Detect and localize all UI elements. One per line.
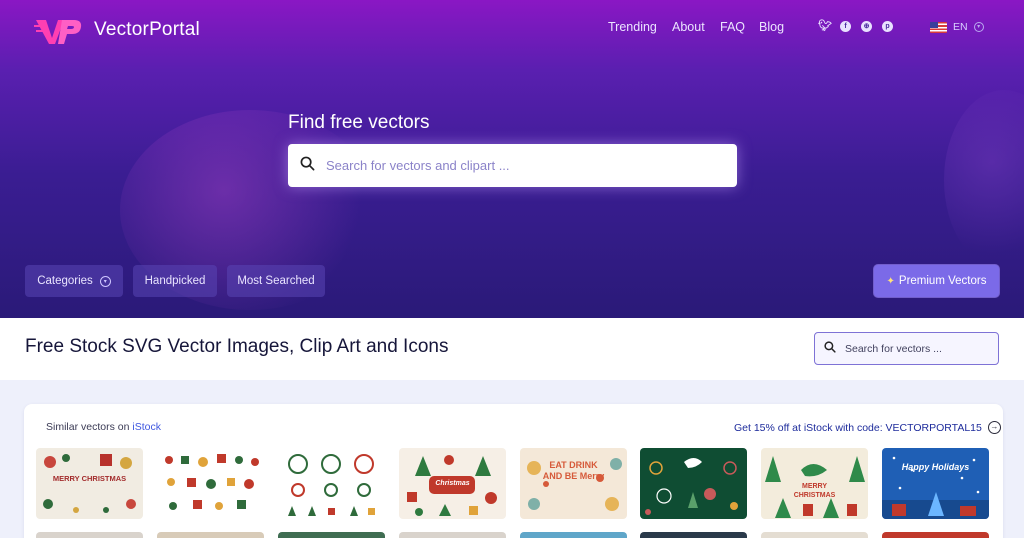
language-selector[interactable]: EN ▾: [930, 21, 984, 33]
thumbnail-text: Christmas: [435, 480, 470, 487]
thumbnail[interactable]: EAT DRINK AND BE Merry: [520, 448, 627, 519]
nav-about[interactable]: About: [672, 20, 705, 34]
dribbble-icon[interactable]: ⊕: [861, 21, 872, 32]
brand-logo[interactable]: VectorPortal: [34, 14, 200, 46]
similar-vectors-label: Similar vectors on iStock: [46, 421, 161, 433]
thumbnail[interactable]: [157, 532, 264, 538]
thumbnail-text: MERRY CHRISTMAS: [793, 483, 836, 499]
language-code: EN: [953, 21, 968, 33]
thumbnail-image: [278, 448, 385, 519]
thumbnail[interactable]: [761, 532, 868, 538]
pinterest-icon[interactable]: p: [882, 21, 893, 32]
thumbnail-image: [36, 448, 143, 519]
vp-logo-icon: [34, 20, 82, 44]
categories-button[interactable]: Categories ▾: [25, 265, 123, 297]
similar-prefix: Similar vectors on: [46, 421, 133, 433]
thumbnail-image: [640, 448, 747, 519]
us-flag-icon: [930, 21, 947, 33]
thumbnail[interactable]: [882, 532, 989, 538]
thumbnail-image: [157, 448, 264, 519]
promo-text: Get 15% off at iStock with code: VECTORP…: [734, 421, 982, 434]
chevron-down-icon: ▾: [99, 275, 111, 287]
thumbnail[interactable]: [399, 532, 506, 538]
thumbnail[interactable]: [36, 532, 143, 538]
thumbnail[interactable]: [157, 448, 264, 519]
istock-promo[interactable]: Get 15% off at iStock with code: VECTORP…: [734, 421, 1001, 434]
secondary-search-input[interactable]: [845, 342, 990, 355]
thumbnail-image: [882, 448, 989, 519]
nav-blog[interactable]: Blog: [759, 20, 784, 34]
thumbnail[interactable]: MERRY CHRISTMAS: [761, 448, 868, 519]
search-icon: [815, 340, 845, 358]
nav-trending[interactable]: Trending: [608, 20, 657, 34]
brand-name: VectorPortal: [94, 19, 200, 40]
thumbnail[interactable]: [520, 532, 627, 538]
istock-link[interactable]: iStock: [132, 421, 161, 433]
handpicked-label: Handpicked: [144, 275, 206, 287]
hero-search-input[interactable]: [326, 158, 706, 173]
thumbnail-text: EAT DRINK AND BE Merry: [542, 460, 605, 481]
premium-vectors-button[interactable]: ✦ Premium Vectors: [874, 265, 999, 297]
search-icon: [288, 156, 326, 176]
thumbnail[interactable]: [640, 448, 747, 519]
chevron-down-icon: ▾: [973, 22, 984, 32]
sparkle-icon: ✦: [886, 275, 895, 287]
secondary-search-box[interactable]: [814, 332, 999, 365]
thumbnail-text: MERRY CHRISTMAS: [52, 474, 127, 483]
twitter-icon[interactable]: 🐦︎: [818, 21, 832, 32]
thumbnail[interactable]: Happy Holidays: [882, 448, 989, 519]
thumbnail[interactable]: Christmas: [399, 448, 506, 519]
handpicked-button[interactable]: Handpicked: [133, 265, 217, 297]
thumbnail[interactable]: [278, 448, 385, 519]
page-title: Free Stock SVG Vector Images, Clip Art a…: [25, 336, 449, 357]
most-searched-button[interactable]: Most Searched: [227, 265, 325, 297]
categories-label: Categories: [37, 275, 93, 287]
thumbnail-image: [520, 448, 627, 519]
hero-title: Find free vectors: [288, 112, 430, 133]
arrow-right-icon: →: [987, 421, 1001, 434]
premium-label: Premium Vectors: [898, 275, 987, 287]
social-links: 🐦︎ f ⊕ p: [818, 21, 893, 32]
hero-search-box[interactable]: [288, 144, 737, 187]
nav-faq[interactable]: FAQ: [720, 20, 745, 34]
hero-decoration: [944, 90, 1024, 270]
thumbnail[interactable]: MERRY CHRISTMAS: [36, 448, 143, 519]
thumbnail-text: Happy Holidays: [901, 462, 970, 472]
thumbnail[interactable]: [278, 532, 385, 538]
facebook-icon[interactable]: f: [840, 21, 851, 32]
most-searched-label: Most Searched: [237, 275, 315, 287]
thumbnail[interactable]: [640, 532, 747, 538]
